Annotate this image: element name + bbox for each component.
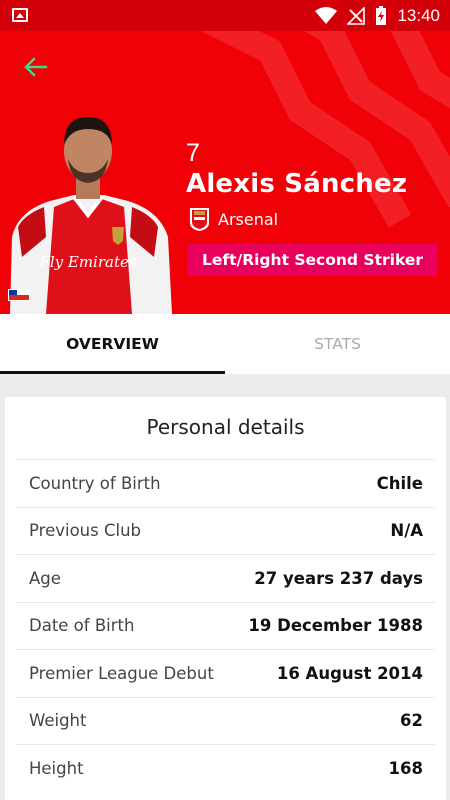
- club-name: Arsenal: [218, 210, 279, 229]
- shirt-number: 7: [186, 139, 200, 167]
- tab-stats[interactable]: STATS: [225, 314, 450, 374]
- detail-row-weight: Weight 62: [17, 696, 435, 745]
- status-icons: 13:40: [315, 4, 440, 28]
- detail-label: Country of Birth: [29, 473, 161, 493]
- no-signal-icon: [347, 7, 366, 25]
- detail-value: 27 years 237 days: [254, 568, 423, 588]
- detail-row-height: Height 168: [17, 744, 435, 792]
- detail-value: Chile: [376, 473, 423, 493]
- detail-value: 16 August 2014: [276, 663, 423, 683]
- position-badge: Left/Right Second Striker: [187, 244, 438, 276]
- detail-value: 19 December 1988: [248, 616, 423, 636]
- player-name: Alexis Sánchez: [186, 169, 408, 199]
- tab-bar: OVERVIEW STATS: [0, 314, 450, 374]
- card-title: Personal details: [146, 415, 305, 439]
- shirt-sponsor-text: Fly Emirates: [38, 253, 136, 271]
- chile-flag-icon: [8, 289, 30, 301]
- detail-label: Weight: [29, 711, 87, 731]
- detail-row-previous-club: Previous Club N/A: [17, 506, 435, 555]
- detail-row-age: Age 27 years 237 days: [17, 554, 435, 602]
- detail-label: Date of Birth: [29, 616, 135, 636]
- detail-row-date-of-birth: Date of Birth 19 December 1988: [17, 601, 435, 650]
- detail-row-country-of-birth: Country of Birth Chile: [17, 459, 435, 507]
- detail-value: 168: [388, 758, 423, 778]
- arsenal-crest-icon: [190, 208, 209, 231]
- detail-row-pl-debut: Premier League Debut 16 August 2014: [17, 649, 435, 697]
- club-row[interactable]: Arsenal: [189, 207, 278, 232]
- detail-label: Age: [29, 568, 61, 588]
- detail-label: Height: [29, 758, 84, 778]
- gallery-icon: [12, 8, 28, 22]
- back-arrow-icon: [24, 57, 48, 77]
- detail-value: N/A: [390, 521, 423, 541]
- personal-details-card: Personal details Country of Birth Chile …: [5, 397, 446, 800]
- wifi-icon: [315, 7, 338, 24]
- battery-charging-icon: [376, 6, 387, 25]
- status-time: 13:40: [397, 6, 440, 25]
- detail-value: 62: [400, 711, 423, 731]
- detail-label: Previous Club: [29, 521, 142, 541]
- player-photo: Fly Emirates: [10, 117, 172, 314]
- back-button[interactable]: [20, 53, 52, 81]
- status-bar: 13:40: [0, 0, 450, 31]
- tab-overview[interactable]: OVERVIEW: [0, 314, 225, 374]
- detail-label: Premier League Debut: [29, 663, 214, 683]
- details-list: Country of Birth Chile Previous Club N/A…: [17, 459, 435, 792]
- player-hero: Fly Emirates 7 Alexis Sánchez Arsenal Le…: [0, 31, 450, 314]
